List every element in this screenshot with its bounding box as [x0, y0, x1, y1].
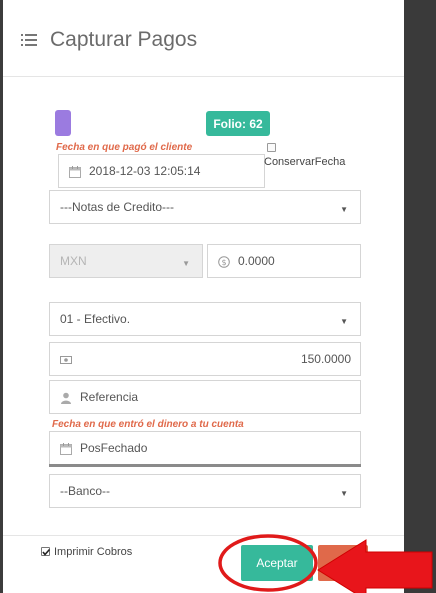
reference-placeholder: Referencia	[80, 390, 139, 404]
backdrop-right	[404, 0, 436, 593]
deposit-date-placeholder: PosFechado	[80, 441, 148, 455]
chevron-down-icon: ▼	[340, 317, 348, 326]
calendar-icon	[69, 166, 81, 178]
payment-date-caption: Fecha en que pagó el cliente	[56, 142, 193, 153]
deposit-date-caption: Fecha en que entró el dinero a tu cuenta	[52, 419, 244, 430]
dollar-icon: $	[218, 256, 230, 268]
payment-amount-value: 150.0000	[300, 352, 351, 366]
calendar-icon	[60, 443, 72, 455]
print-payments-checkbox[interactable]	[41, 547, 51, 556]
money-icon	[60, 356, 72, 364]
payment-date-value: 2018-12-03 12:05:14	[89, 164, 201, 178]
color-swatch	[55, 110, 71, 136]
svg-text:$: $	[221, 258, 226, 267]
payment-method-value: 01 - Efectivo.	[60, 312, 131, 326]
check-icon	[42, 548, 51, 556]
chevron-down-icon: ▼	[340, 489, 348, 498]
keep-date-checkbox[interactable]	[267, 143, 276, 152]
bank-select[interactable]: --Banco-- ▼	[49, 474, 361, 508]
deposit-date-input[interactable]: PosFechado	[49, 431, 361, 465]
folio-badge: Folio: 62	[206, 111, 270, 136]
capture-payments-modal: Capturar Pagos Folio: 62 Fecha en que pa…	[3, 0, 404, 593]
credit-notes-select[interactable]: ---Notas de Credito--- ▼	[49, 190, 361, 224]
print-payments-label: Imprimir Cobros	[54, 546, 133, 558]
keep-date-label: ConservarFecha	[264, 156, 346, 168]
reference-input[interactable]: Referencia	[49, 380, 361, 414]
list-icon	[21, 34, 37, 46]
accept-button[interactable]: Aceptar	[241, 545, 313, 581]
modal-header: Capturar Pagos	[3, 0, 404, 77]
cancel-button[interactable]: Car	[318, 545, 368, 581]
section-divider	[49, 464, 361, 467]
currency-amount-value: 0.0000	[238, 254, 275, 268]
user-icon	[61, 392, 71, 404]
chevron-down-icon: ▼	[340, 205, 348, 214]
payment-amount-input[interactable]: 150.0000	[49, 342, 361, 376]
modal-title: Capturar Pagos	[50, 28, 198, 51]
credit-notes-value: ---Notas de Credito---	[60, 200, 175, 214]
currency-value: MXN	[60, 254, 87, 268]
currency-amount-input[interactable]: $ 0.0000	[207, 244, 361, 278]
chevron-down-icon: ▼	[182, 259, 190, 268]
bank-value: --Banco--	[60, 484, 111, 498]
payment-date-input[interactable]: 2018-12-03 12:05:14	[58, 154, 265, 188]
currency-select: MXN ▼	[49, 244, 203, 278]
payment-method-select[interactable]: 01 - Efectivo. ▼	[49, 302, 361, 336]
